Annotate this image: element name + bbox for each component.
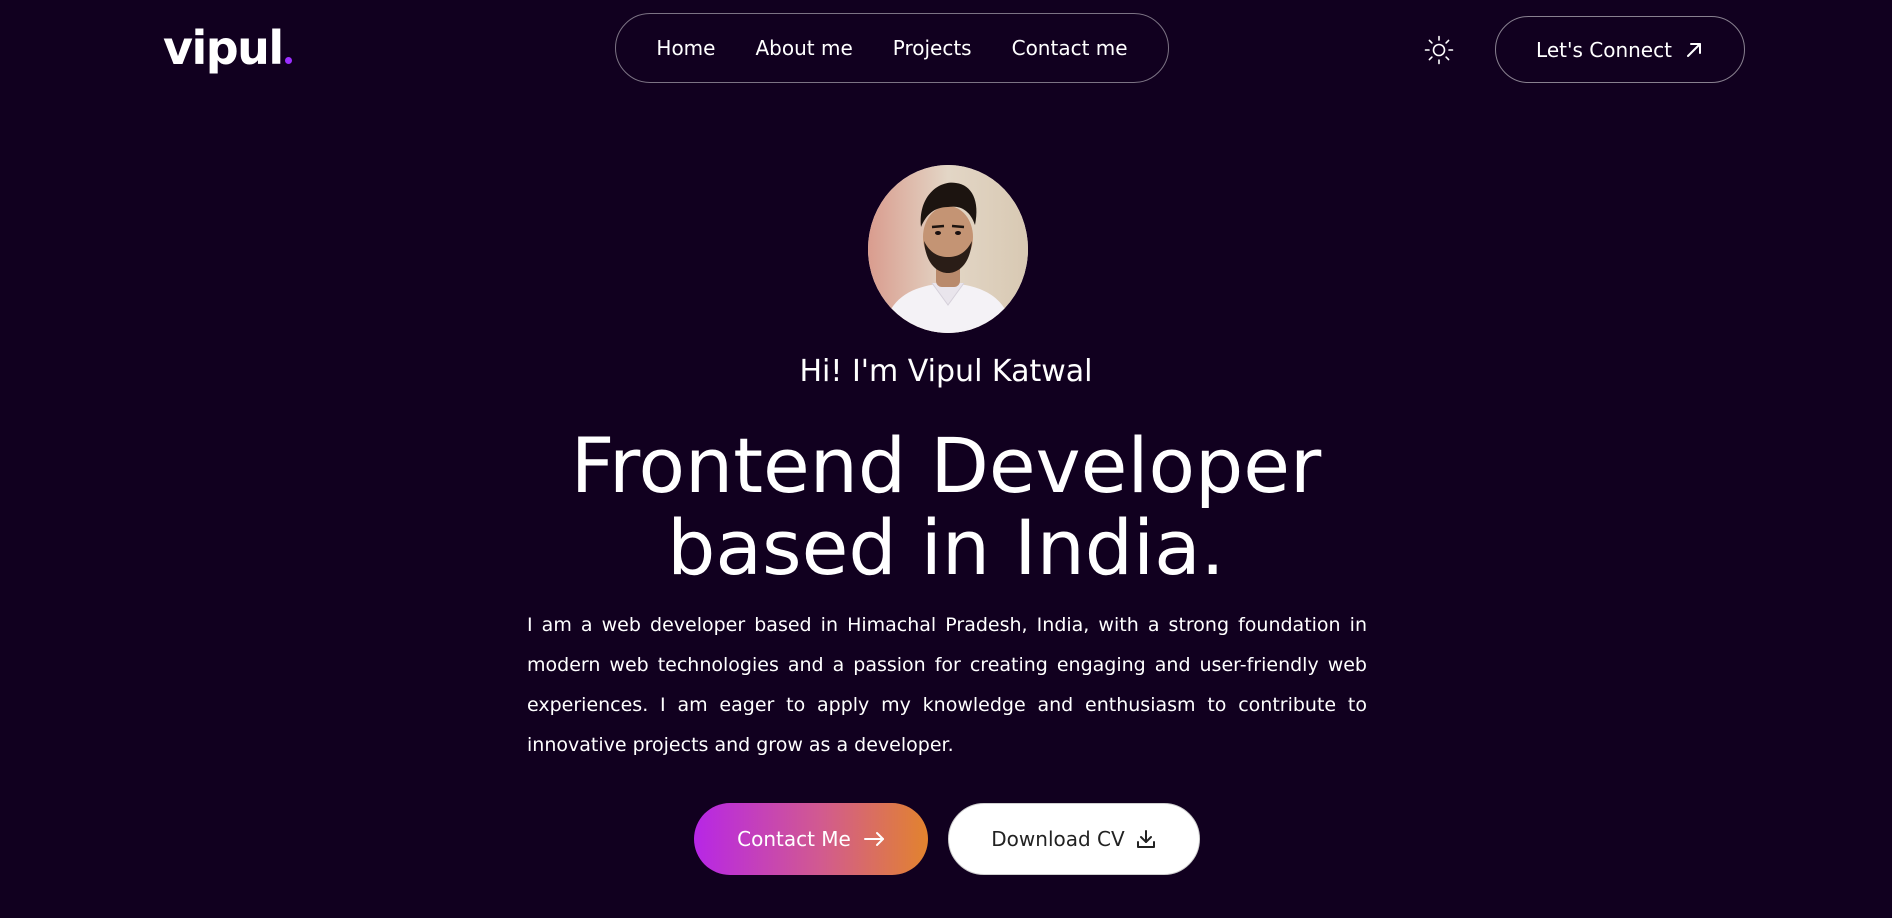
headline-line-1: Frontend Developer — [570, 421, 1322, 510]
nav-link-home[interactable]: Home — [656, 36, 715, 60]
profile-avatar — [868, 165, 1028, 333]
arrow-up-right-icon — [1686, 42, 1701, 57]
download-cv-label: Download CV — [991, 827, 1125, 851]
contact-me-button[interactable]: Contact Me — [694, 803, 928, 875]
arrow-right-icon — [863, 832, 884, 846]
main-nav: Home About me Projects Contact me — [615, 13, 1169, 83]
theme-toggle-button[interactable] — [1424, 35, 1454, 65]
nav-link-contact[interactable]: Contact me — [1012, 36, 1128, 60]
bio-paragraph: I am a web developer based in Himachal P… — [527, 614, 1367, 756]
lets-connect-label: Let's Connect — [1536, 37, 1672, 62]
sun-icon — [1424, 35, 1454, 65]
logo-dot — [284, 57, 292, 64]
contact-me-label: Contact Me — [737, 827, 851, 851]
logo-text: vipul — [163, 21, 284, 75]
headline: Frontend Developer based in India. — [0, 425, 1892, 589]
headline-line-2: based in India. — [667, 503, 1225, 592]
greeting: Hi! I'm Vipul Katwal — [799, 354, 1093, 389]
download-cv-button[interactable]: Download CV — [948, 803, 1200, 875]
download-icon — [1136, 830, 1155, 848]
nav-link-projects[interactable]: Projects — [893, 36, 972, 60]
lets-connect-button[interactable]: Let's Connect — [1495, 16, 1745, 83]
page: vipul Home About me Projects Contact me … — [0, 0, 1892, 918]
logo[interactable]: vipul — [163, 20, 292, 76]
nav-link-about[interactable]: About me — [755, 36, 852, 60]
